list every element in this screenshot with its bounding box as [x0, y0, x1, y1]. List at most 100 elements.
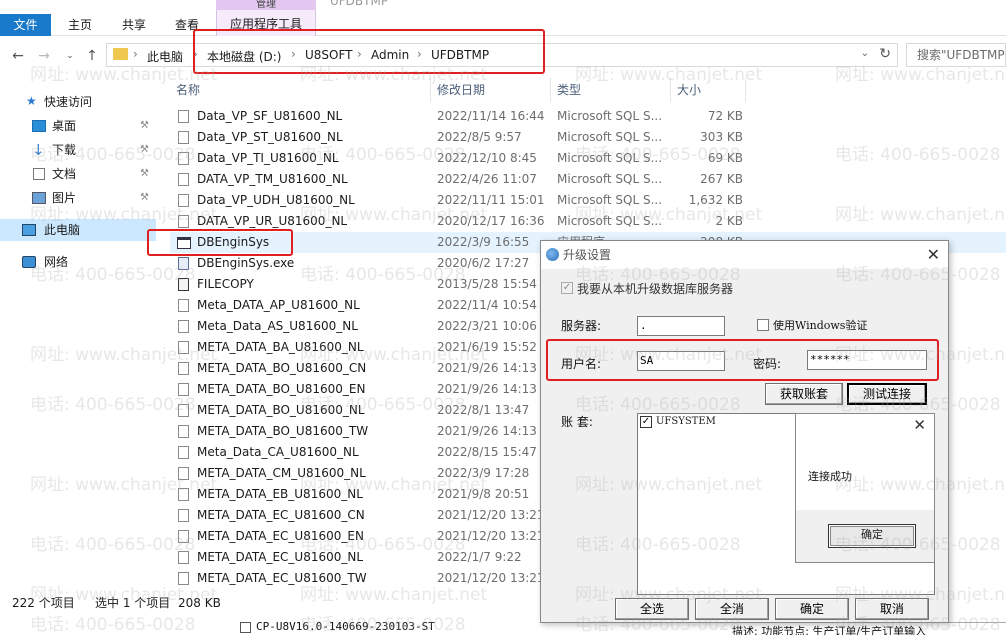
file-date: 2022/11/11 15:01: [437, 193, 545, 207]
chevron-down-icon[interactable]: ⌄: [861, 48, 869, 59]
file-type: Microsoft SQL S...: [557, 214, 663, 228]
file-icon: [178, 446, 189, 459]
table-row[interactable]: DATA_VP_UR_U81600_NL 2020/12/17 16:36 Micr…: [170, 211, 1006, 232]
windows-auth-checkbox[interactable]: [757, 319, 769, 331]
pin-icon[interactable]: ⚒: [140, 115, 149, 137]
file-icon: [178, 509, 189, 522]
deselect-all-button[interactable]: 全消: [695, 598, 769, 620]
chevron-down-icon[interactable]: ⌄: [60, 46, 80, 66]
file-name: META_DATA_EC_U81600_CN: [197, 508, 365, 522]
item-count: 222 个项目: [12, 596, 75, 610]
sidebar-item-network[interactable]: 网络: [0, 251, 156, 273]
window-title: UFDBTMP: [330, 0, 389, 8]
file-date: 2022/12/10 8:45: [437, 151, 537, 165]
table-row[interactable]: Data_VP_TI_U81600_NL 2022/12/10 8:45 Micro…: [170, 148, 1006, 169]
selected-size: 208 KB: [178, 596, 221, 610]
file-date: 2020/6/2 17:27: [437, 256, 530, 270]
pin-icon[interactable]: ⚒: [140, 139, 149, 161]
checkbox[interactable]: [240, 622, 251, 633]
close-icon[interactable]: ✕: [913, 416, 926, 434]
arrow-left-icon[interactable]: ←: [8, 46, 28, 66]
arrow-right-icon[interactable]: →: [34, 46, 54, 66]
local-upgrade-checkbox[interactable]: ✓: [561, 282, 573, 294]
sidebar-item-desktop[interactable]: 桌面 ⚒: [0, 115, 156, 137]
file-name: Data_VP_TI_U81600_NL: [197, 151, 339, 165]
file-date: 2021/9/26 14:13: [437, 382, 537, 396]
sidebar-item-documents[interactable]: 文档 ⚒: [0, 163, 156, 185]
server-input[interactable]: .: [637, 316, 725, 336]
file-type: Microsoft SQL S...: [557, 193, 663, 207]
table-row[interactable]: Data_VP_SF_U81600_NL 2022/11/14 16:44 Micr…: [170, 106, 1006, 127]
picture-icon: [32, 192, 46, 204]
tab-home[interactable]: 主页: [68, 14, 92, 36]
sidebar-item-this-pc[interactable]: 此电脑: [0, 219, 156, 241]
message-ok-button[interactable]: 确定: [828, 524, 916, 548]
table-row[interactable]: Data_VP_UDH_U81600_NL 2022/11/11 15:01 Mic…: [170, 190, 1006, 211]
column-header-size[interactable]: 大小: [677, 80, 701, 100]
upgrade-settings-dialog: 升级设置 ✕ ✓ 我要从本机升级数据库服务器 服务器: . 使用Windows验…: [540, 240, 949, 623]
local-upgrade-label: 我要从本机升级数据库服务器: [577, 282, 734, 296]
ok-button[interactable]: 确定: [775, 598, 849, 620]
pin-icon[interactable]: ⚒: [140, 163, 149, 185]
column-header-type[interactable]: 类型: [557, 80, 581, 100]
account-checkbox[interactable]: ✓: [640, 416, 652, 428]
table-row[interactable]: DATA_VP_TM_U81600_NL 2022/4/26 11:07 Micro…: [170, 169, 1006, 190]
file-date: 2020/12/17 16:36: [437, 214, 545, 228]
file-date: 2022/3/9 17:28: [437, 466, 530, 480]
file-date: 2021/9/26 14:13: [437, 361, 537, 375]
file-icon: [178, 341, 189, 354]
select-all-button[interactable]: 全选: [615, 598, 689, 620]
tab-share[interactable]: 共享: [122, 14, 146, 36]
file-name: Meta_Data_CA_U81600_NL: [197, 445, 359, 459]
tab-file[interactable]: 文件: [0, 14, 51, 36]
file-size: 69 KB: [707, 151, 743, 165]
sidebar-item-label: 桌面: [52, 119, 77, 133]
status-bar: 222 个项目 选中 1 个项目 208 KB: [0, 592, 540, 614]
file-date: 2022/8/15 15:47: [437, 445, 537, 459]
file-name: Meta_DATA_AP_U81600_NL: [197, 298, 360, 312]
annotation-address-highlight: [193, 29, 545, 74]
file-name: META_DATA_BO_U81600_NL: [197, 403, 365, 417]
breadcrumb-this-pc[interactable]: 此电脑: [147, 48, 183, 65]
get-accounts-button[interactable]: 获取账套: [765, 383, 843, 405]
network-icon: [22, 256, 36, 268]
file-icon: [178, 194, 189, 207]
sidebar-item-quick-access[interactable]: ★ 快速访问: [0, 91, 156, 113]
pin-icon[interactable]: ⚒: [140, 187, 149, 209]
file-size: 2 KB: [715, 214, 743, 228]
file-name: META_DATA_BO_U81600_TW: [197, 424, 369, 438]
file-date: 2022/1/7 9:22: [437, 550, 522, 564]
file-date: 2022/11/4 10:54: [437, 298, 537, 312]
cancel-button[interactable]: 取消: [855, 598, 929, 620]
file-name: DBEnginSys.exe: [197, 256, 295, 270]
file-name: Data_VP_SF_U81600_NL: [197, 109, 343, 123]
test-connection-button[interactable]: 测试连接: [847, 383, 927, 405]
windows-auth-label: 使用Windows验证: [773, 319, 868, 332]
dialog-title: 升级设置: [563, 248, 612, 262]
file-icon: [178, 467, 189, 480]
close-icon[interactable]: ✕: [927, 241, 940, 269]
refresh-icon[interactable]: ↻: [879, 46, 891, 62]
search-input[interactable]: 搜索"UFDBTMP": [906, 43, 1006, 67]
file-name: META_DATA_EC_U81600_TW: [197, 571, 367, 585]
file-name: META_DATA_EC_U81600_NL: [197, 550, 364, 564]
dialog-titlebar[interactable]: 升级设置 ✕: [541, 241, 948, 269]
arrow-up-icon[interactable]: ↑: [82, 46, 102, 66]
sidebar-item-label: 快速访问: [44, 95, 93, 109]
file-icon: [178, 530, 189, 543]
computer-icon: [22, 224, 36, 236]
folder-icon: [113, 48, 128, 60]
file-date: 2021/9/26 14:13: [437, 424, 537, 438]
sidebar-item-pictures[interactable]: 图片 ⚒: [0, 187, 156, 209]
file-type: Microsoft SQL S...: [557, 151, 663, 165]
file-size: 267 KB: [700, 172, 743, 186]
file-date: 2013/5/28 15:54: [437, 277, 537, 291]
table-row[interactable]: Data_VP_ST_U81600_NL 2022/8/5 9:57 Microso…: [170, 127, 1006, 148]
column-header-name[interactable]: 名称: [176, 80, 200, 100]
column-header-date[interactable]: 修改日期: [437, 80, 485, 100]
sidebar-item-label: 文档: [52, 167, 77, 181]
annotation-file-highlight: [147, 229, 293, 256]
file-date: 2022/3/21 10:06: [437, 319, 537, 333]
sidebar-item-downloads[interactable]: ↓ 下载 ⚒: [0, 139, 156, 161]
file-name: META_DATA_BO_U81600_EN: [197, 382, 366, 396]
